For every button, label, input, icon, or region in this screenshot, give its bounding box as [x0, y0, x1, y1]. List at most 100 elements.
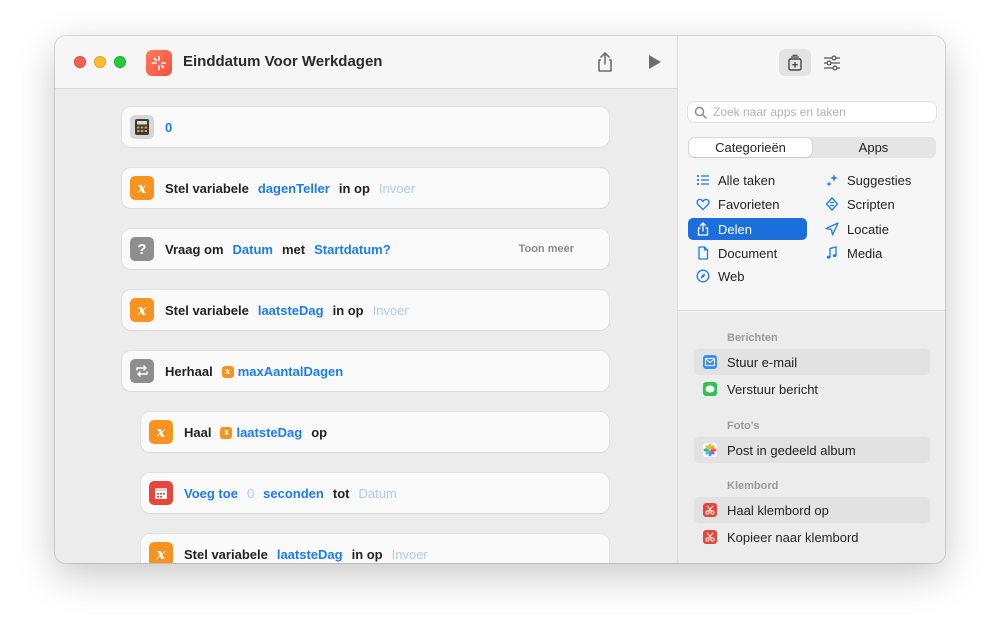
category-media[interactable]: Media [817, 242, 936, 264]
window-title: Einddatum Voor Werkdagen [183, 53, 383, 70]
search-field[interactable]: Zoek naar apps en taken [688, 102, 936, 122]
play-icon[interactable] [647, 53, 663, 71]
zoom-button[interactable] [114, 56, 126, 68]
parameter-placeholder[interactable]: 0 [247, 486, 254, 501]
parameter-token[interactable]: Voeg toe [184, 486, 238, 501]
action-label: in op [338, 180, 370, 196]
action-library-sidebar: Zoek naar apps en taken Categorieën Apps… [677, 36, 945, 563]
variable-icon: x [149, 420, 173, 444]
details-button[interactable] [818, 49, 846, 76]
category-label: Locatie [847, 221, 889, 237]
category-label: Suggesties [847, 172, 912, 188]
parameter-token[interactable]: laatsteDag [258, 303, 324, 318]
parameter-token[interactable]: Startdatum? [314, 242, 391, 257]
tab-apps[interactable]: Apps [812, 138, 935, 157]
action-library-button[interactable] [779, 49, 811, 76]
category-all-actions[interactable]: Alle taken [688, 169, 807, 191]
suggested-action[interactable]: Kopieer naar klembord [694, 524, 930, 550]
suggested-action[interactable]: Stuur e-mail [694, 349, 930, 375]
category-web[interactable]: Web [688, 265, 807, 287]
action-label: in op [332, 302, 364, 318]
category-sharing[interactable]: Delen [688, 218, 807, 240]
category-label: Favorieten [718, 196, 780, 212]
category-label: Web [718, 268, 745, 284]
photos-icon [703, 443, 717, 457]
heart-icon [696, 197, 718, 211]
suggested-action-label: Verstuur bericht [727, 381, 819, 397]
close-button[interactable] [74, 56, 86, 68]
action-row[interactable]: x Stel variabele laatsteDag in op Invoer [122, 290, 609, 330]
section-header: Foto's [727, 420, 760, 432]
share-icon[interactable] [596, 51, 614, 73]
script-icon [825, 197, 847, 211]
category-location[interactable]: Locatie [817, 218, 936, 240]
tab-categories[interactable]: Categorieën [689, 138, 812, 157]
scissors-icon [703, 503, 717, 517]
list-icon [696, 173, 718, 187]
action-row[interactable]: x Haal x laatsteDag op [141, 412, 609, 452]
parameter-token[interactable]: laatsteDag [277, 547, 343, 562]
action-label: tot [332, 485, 350, 501]
music-icon [825, 246, 847, 260]
mail-icon [703, 355, 717, 369]
segmented-control: Categorieën Apps [688, 137, 936, 158]
section-header: Berichten [727, 332, 778, 344]
suggested-action[interactable]: Verstuur bericht [694, 376, 930, 402]
parameter-token[interactable]: 0 [165, 120, 172, 135]
variable-icon: x [149, 542, 173, 563]
section-header: Klembord [727, 480, 779, 492]
action-row[interactable]: ? Vraag om Datum met Startdatum? Toon meer [122, 229, 609, 269]
calculator-icon [135, 119, 149, 135]
parameter-placeholder[interactable]: Invoer [373, 303, 409, 318]
parameter-placeholder[interactable]: Invoer [392, 547, 428, 562]
parameter-token[interactable]: dagenTeller [258, 181, 330, 196]
variable-token[interactable]: x laatsteDag [220, 425, 302, 440]
action-row[interactable]: x Stel variabele dagenTeller in op Invoer [122, 168, 609, 208]
shortcuts-window: Einddatum Voor Werkdagen 0 x Stel variabel… [55, 36, 945, 563]
calculator-icon [130, 115, 154, 139]
search-icon [694, 106, 707, 119]
share-icon [696, 222, 718, 236]
calendar-icon [155, 488, 167, 499]
scissors-icon [703, 530, 717, 544]
action-label: Haal [184, 424, 212, 440]
shortcut-icon[interactable] [146, 50, 172, 76]
title-bar: Einddatum Voor Werkdagen [55, 36, 677, 89]
variable-token[interactable]: x maxAantalDagen [221, 364, 343, 379]
minimize-button[interactable] [94, 56, 106, 68]
message-icon [703, 382, 717, 396]
action-row[interactable]: Herhaal x maxAantalDagen [122, 351, 609, 391]
editor-pane: Einddatum Voor Werkdagen 0 x Stel variabel… [55, 36, 677, 563]
action-row[interactable]: Voeg toe 0 seconden tot Datum [141, 473, 609, 513]
show-more-button[interactable]: Toon meer [519, 243, 574, 255]
action-row[interactable]: x Stel variabele laatsteDag in op Invoer [141, 534, 609, 563]
action-label: met [281, 241, 306, 257]
action-label: in op [351, 546, 383, 562]
search-placeholder: Zoek naar apps en taken [713, 105, 846, 119]
category-favorites[interactable]: Favorieten [688, 193, 807, 215]
category-label: Scripten [847, 196, 895, 212]
suggested-action[interactable]: Haal klembord op [694, 497, 930, 523]
category-label: Delen [718, 221, 752, 237]
repeat-icon [130, 359, 154, 383]
category-scripting[interactable]: Scripten [817, 193, 936, 215]
category-suggestions[interactable]: Suggesties [817, 169, 936, 191]
category-label: Document [718, 245, 778, 261]
sparkle-icon [151, 55, 167, 71]
action-row[interactable]: 0 [122, 107, 609, 147]
suggested-action-label: Post in gedeeld album [727, 442, 856, 458]
category-documents[interactable]: Document [688, 242, 807, 264]
suggested-action-label: Haal klembord op [727, 502, 829, 518]
action-list: 0 x Stel variabele dagenTeller in op Invoer? V… [55, 90, 677, 563]
variable-name: laatsteDag [236, 424, 303, 440]
variable-icon: x [130, 298, 154, 322]
action-label: Stel variabele [184, 546, 268, 562]
parameter-token[interactable]: seconden [263, 486, 324, 501]
parameter-placeholder[interactable]: Datum [358, 486, 396, 501]
suggested-action[interactable]: Post in gedeeld album [694, 437, 930, 463]
parameter-placeholder[interactable]: Invoer [379, 181, 415, 196]
variable-icon: x [221, 366, 234, 379]
parameter-token[interactable]: Datum [233, 242, 273, 257]
calendar-icon [149, 481, 173, 505]
variable-icon: x [220, 427, 233, 440]
